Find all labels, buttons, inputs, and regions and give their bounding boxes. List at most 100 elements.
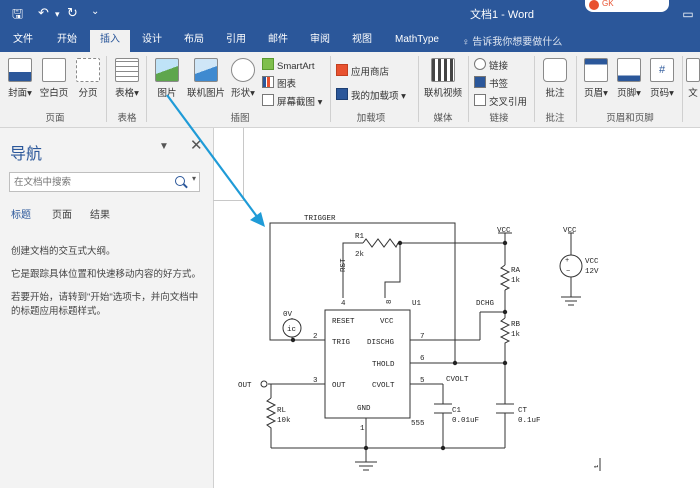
ribbon: 封面▾ 空白页 分页 页面 表格▾ 表格 图片 联机图片 形状▾ SmartAr… bbox=[0, 52, 700, 128]
undo-icon[interactable]: ↶ bbox=[38, 5, 49, 21]
label-pin1: 1 bbox=[360, 425, 365, 433]
label-vsrc-value: 12V bbox=[585, 268, 599, 276]
navigation-pane: 导航 ▼ ✕ ▾ 标题 页面 结果 创建文档的交互式大纲。 它是跟踪具体位置和快… bbox=[0, 128, 214, 488]
screenshot-button[interactable]: 屏幕截图 ▾ bbox=[262, 94, 322, 108]
label-pin-cvolt: CVOLT bbox=[372, 382, 395, 390]
page-number-icon: # bbox=[650, 58, 674, 82]
comment-button[interactable]: 批注 bbox=[540, 58, 570, 99]
bookmark-icon bbox=[474, 76, 486, 88]
label-pin2: 2 bbox=[313, 333, 318, 341]
user-badge[interactable]: GK bbox=[585, 0, 669, 12]
label-pin-reset: RESET bbox=[332, 318, 355, 326]
screenshot-label: 屏幕截图 bbox=[277, 97, 316, 108]
label-rl: RL bbox=[277, 407, 287, 415]
link-button[interactable]: 链接 bbox=[474, 58, 508, 72]
tab-mathtype[interactable]: MathType bbox=[390, 32, 444, 52]
label-0v: 0V bbox=[283, 311, 293, 319]
title-bar: 🖫 ↶ ▾ ↻ ⌄ 文档1 - Word GK ▭ bbox=[0, 0, 700, 28]
smartart-button[interactable]: SmartArt bbox=[262, 58, 314, 72]
nav-menu-icon[interactable]: ▼ bbox=[159, 141, 169, 152]
tab-layout[interactable]: 布局 bbox=[177, 32, 211, 52]
tab-file[interactable]: 文件 bbox=[6, 32, 40, 52]
shapes-icon bbox=[231, 58, 255, 82]
label-cvolt: CVOLT bbox=[446, 376, 469, 384]
nav-search-input[interactable] bbox=[12, 174, 166, 191]
nav-tab-results[interactable]: 结果 bbox=[90, 206, 110, 221]
tab-review[interactable]: 审阅 bbox=[303, 32, 337, 52]
group-media-label: 媒体 bbox=[433, 113, 453, 124]
group-separator bbox=[576, 56, 577, 122]
bookmark-label: 书签 bbox=[489, 79, 509, 90]
header-icon bbox=[584, 58, 608, 82]
label-pin-dischg: DISCHG bbox=[367, 339, 395, 347]
search-dropdown-icon[interactable]: ▾ bbox=[192, 174, 196, 183]
window-control-icon[interactable]: ▭ bbox=[676, 0, 700, 28]
group-addins-label: 加载项 bbox=[356, 113, 386, 124]
my-addins-label: 我的加载项 bbox=[351, 91, 399, 102]
my-addins-dropdown-icon: ▾ bbox=[398, 91, 406, 102]
picture-icon bbox=[155, 58, 179, 82]
footer-icon bbox=[617, 58, 641, 82]
tab-mailings[interactable]: 邮件 bbox=[261, 32, 295, 52]
group-separator bbox=[418, 56, 419, 122]
tab-view[interactable]: 视图 bbox=[345, 32, 379, 52]
cover-page-icon bbox=[8, 58, 32, 82]
store-button[interactable]: 应用商店 bbox=[336, 64, 389, 78]
online-video-icon bbox=[431, 58, 455, 82]
label-vsrc: VCC bbox=[585, 258, 599, 266]
bookmark-button[interactable]: 书签 bbox=[474, 76, 508, 90]
blank-page-button[interactable]: 空白页 bbox=[38, 58, 70, 99]
online-picture-button[interactable]: 联机图片 bbox=[185, 58, 227, 99]
tab-references[interactable]: 引用 bbox=[219, 32, 253, 52]
nav-tab-pages[interactable]: 页面 bbox=[52, 206, 72, 221]
crossref-button[interactable]: 交叉引用 bbox=[474, 94, 527, 108]
screenshot-icon bbox=[262, 94, 274, 106]
label-chip: 555 bbox=[411, 420, 425, 428]
online-video-label: 联机视频 bbox=[423, 88, 462, 99]
search-icon[interactable] bbox=[175, 176, 185, 186]
nav-help-text: 创建文档的交互式大纲。 bbox=[11, 246, 116, 257]
customize-qat-icon[interactable]: ⌄ bbox=[91, 6, 99, 17]
paragraph-mark-icon: ↵ bbox=[594, 463, 598, 471]
circuit-wires bbox=[268, 222, 581, 471]
chart-button[interactable]: 图表 bbox=[262, 76, 296, 90]
text-group-button[interactable]: 文 bbox=[686, 58, 700, 99]
my-addins-button[interactable]: 我的加载项 ▾ bbox=[336, 88, 406, 102]
page-break-label: 分页 bbox=[78, 88, 98, 99]
undo-dropdown-icon[interactable]: ▾ bbox=[55, 9, 60, 20]
online-video-button[interactable]: 联机视频 bbox=[422, 58, 464, 99]
tell-me-search[interactable]: ♀ 告诉我你想要做什么 bbox=[462, 33, 562, 48]
tab-design[interactable]: 设计 bbox=[135, 32, 169, 52]
label-pin7: 7 bbox=[420, 333, 425, 341]
save-icon[interactable]: 🖫 bbox=[12, 5, 23, 27]
group-separator bbox=[682, 56, 683, 122]
footer-label: 页脚 bbox=[617, 88, 637, 99]
nav-tab-headings[interactable]: 标题 bbox=[11, 206, 31, 221]
label-ic: ic bbox=[287, 326, 296, 334]
footer-button[interactable]: 页脚▾ bbox=[615, 58, 643, 99]
shapes-button[interactable]: 形状▾ bbox=[230, 58, 256, 99]
page-number-button[interactable]: # 页码▾ bbox=[648, 58, 676, 99]
chart-icon bbox=[262, 76, 274, 88]
group-illustrations-label: 插图 bbox=[230, 113, 250, 124]
group-separator bbox=[330, 56, 331, 122]
label-rb: RB bbox=[511, 321, 521, 329]
label-vsrc-top: VCC bbox=[563, 227, 577, 235]
group-pages-label: 页面 bbox=[45, 113, 65, 124]
page-number-label: 页码 bbox=[650, 88, 670, 99]
label-pin-vcc: VCC bbox=[380, 318, 394, 326]
label-rst: RST bbox=[340, 258, 348, 272]
page-break-button[interactable]: 分页 bbox=[74, 58, 102, 99]
picture-button[interactable]: 图片 bbox=[152, 58, 182, 99]
tab-insert[interactable]: 插入 bbox=[90, 30, 130, 52]
close-icon[interactable]: ✕ bbox=[190, 136, 203, 154]
tab-home[interactable]: 开始 bbox=[50, 32, 84, 52]
header-button[interactable]: 页眉▾ bbox=[582, 58, 610, 99]
resistor-r1 bbox=[362, 238, 399, 248]
vsrc-plus-icon: + bbox=[565, 257, 569, 265]
label-c1-value: 0.01uF bbox=[452, 417, 479, 425]
redo-icon[interactable]: ↻ bbox=[67, 5, 78, 21]
cover-page-button[interactable]: 封面▾ bbox=[6, 58, 34, 99]
table-button[interactable]: 表格▾ bbox=[112, 58, 142, 99]
smartart-label: SmartArt bbox=[277, 61, 315, 72]
